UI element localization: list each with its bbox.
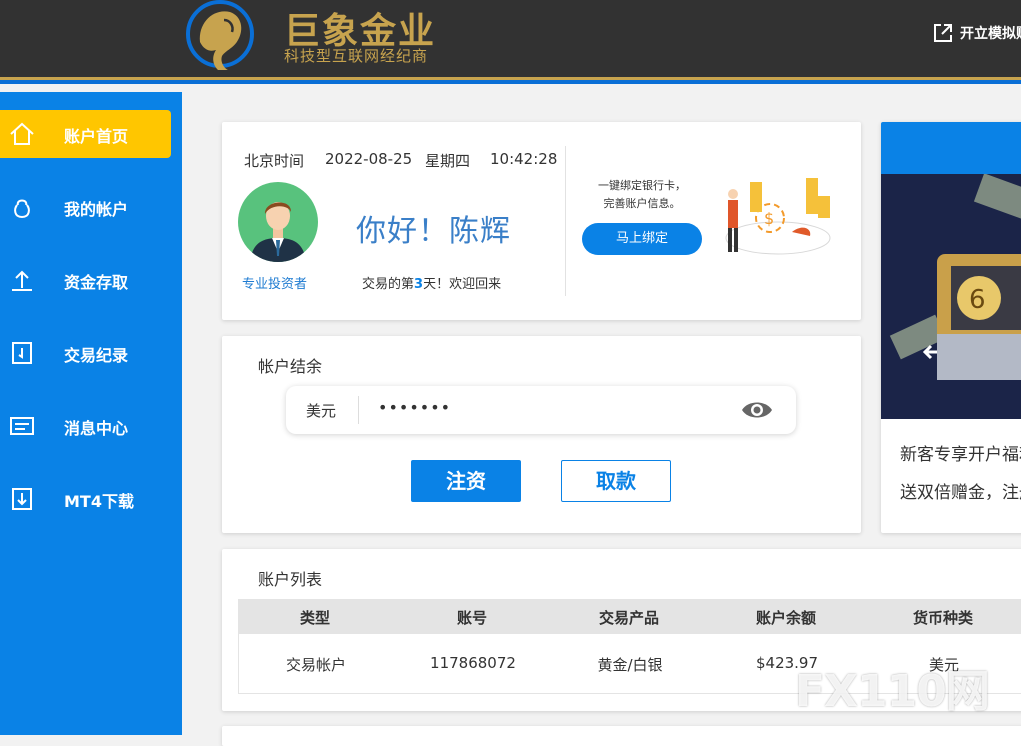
watermark: FX110网 bbox=[795, 666, 990, 717]
promo-text-line2: 送双倍赠金，注册即享 bbox=[900, 483, 1021, 503]
sidebar-item-label: 资金存取 bbox=[64, 273, 129, 292]
promo-card[interactable]: 6 新客专享开户福利 送双倍赠金，注册即享 bbox=[881, 122, 1021, 533]
days-prefix: 交易的第 bbox=[362, 277, 415, 292]
welcome-divider bbox=[565, 146, 566, 296]
cell-type: 交易帐户 bbox=[285, 656, 346, 674]
welcome-card: 北京时间 2022-08-25 星期四 10:42:28 专业投资者 你好！陈辉… bbox=[222, 122, 861, 320]
next-card bbox=[222, 726, 1021, 746]
balance-card: 帐户结余 美元 ••••••• 注资 取款 bbox=[222, 336, 861, 533]
current-time: 10:42:28 bbox=[490, 150, 558, 168]
days-suffix: 天！欢迎回来 bbox=[423, 277, 502, 292]
svg-text:6: 6 bbox=[969, 285, 986, 315]
withdraw-button[interactable]: 取款 bbox=[561, 460, 671, 502]
sidebar-item-trade-history[interactable]: 交易纪录 bbox=[0, 329, 171, 377]
time-label: 北京时间 bbox=[244, 152, 305, 170]
investor-role: 专业投资者 bbox=[242, 277, 308, 292]
current-weekday: 星期四 bbox=[425, 152, 471, 170]
home-icon bbox=[10, 122, 34, 145]
account-table-header: 类型 账号 交易产品 账户余额 货币种类 bbox=[238, 599, 1021, 634]
sidebar-item-mt4-download[interactable]: MT4下载 bbox=[0, 475, 171, 523]
avatar bbox=[238, 182, 318, 262]
external-link-icon bbox=[934, 24, 952, 42]
balance-currency: 美元 bbox=[306, 402, 337, 420]
sidebar-item-label: 消息中心 bbox=[64, 419, 129, 438]
sidebar-item-account-home[interactable]: 账户首页 bbox=[0, 110, 171, 158]
svg-text:$: $ bbox=[764, 209, 774, 228]
column-header-currency: 货币种类 bbox=[912, 609, 973, 627]
deposit-button[interactable]: 注资 bbox=[411, 460, 521, 502]
promo-text-line1: 新客专享开户福利 bbox=[900, 445, 1021, 465]
bind-card-button[interactable]: 马上绑定 bbox=[582, 223, 702, 255]
top-header: 巨象金业 科技型互联网经纪商 开立模拟账户 bbox=[0, 0, 1021, 84]
cell-account: 117868072 bbox=[430, 654, 516, 672]
column-header-account: 账号 bbox=[456, 609, 487, 627]
column-header-type: 类型 bbox=[299, 609, 330, 627]
open-demo-label: 开立模拟账户 bbox=[960, 26, 1021, 42]
bank-card-illustration-icon: $ bbox=[725, 178, 831, 255]
account-list-title: 账户列表 bbox=[258, 570, 323, 589]
column-header-balance: 账户余额 bbox=[755, 609, 816, 627]
balance-title: 帐户结余 bbox=[258, 357, 323, 376]
bind-card-hint: 一键绑定银行卡， 完善账户信息。 bbox=[592, 177, 692, 213]
balance-masked-value: ••••••• bbox=[378, 398, 452, 417]
current-date: 2022-08-25 bbox=[325, 150, 413, 168]
balance-field: 美元 ••••••• bbox=[286, 386, 796, 434]
sidebar-item-label: MT4下载 bbox=[64, 492, 134, 511]
sidebar-item-label: 账户首页 bbox=[64, 127, 129, 146]
businessman-avatar-icon bbox=[250, 202, 306, 262]
download-icon bbox=[12, 488, 32, 510]
open-demo-account-link[interactable]: 开立模拟账户 bbox=[932, 22, 1021, 44]
greeting-text: 你好！陈辉 bbox=[356, 214, 511, 249]
promo-banner-image-icon: 6 bbox=[881, 174, 1021, 419]
upload-icon bbox=[12, 270, 32, 291]
promo-header bbox=[881, 122, 1021, 174]
balance-field-divider bbox=[358, 396, 359, 424]
sidebar-item-funds[interactable]: 资金存取 bbox=[0, 256, 171, 304]
days-count: 3 bbox=[414, 277, 424, 292]
sidebar-item-my-account[interactable]: 我的帐户 bbox=[0, 183, 171, 231]
sidebar-item-label: 交易纪录 bbox=[64, 346, 129, 365]
user-icon bbox=[14, 199, 30, 219]
sidebar-item-messages[interactable]: 消息中心 bbox=[0, 402, 171, 450]
sidebar: 账户首页 我的帐户 资金存取 交易纪录 消息中心 MT4下载 bbox=[0, 92, 182, 735]
column-header-product: 交易产品 bbox=[598, 609, 659, 627]
trading-days-text: 交易的第3天！欢迎回来 bbox=[362, 273, 501, 292]
promo-banner[interactable]: 6 bbox=[881, 174, 1021, 419]
brand-slogan: 科技型互联网经纪商 bbox=[284, 47, 429, 65]
bind-hint-line1: 一键绑定银行卡， bbox=[598, 179, 686, 192]
header-divider bbox=[0, 77, 1021, 80]
history-icon bbox=[12, 342, 32, 364]
bind-hint-line2: 完善账户信息。 bbox=[603, 197, 681, 210]
sidebar-item-label: 我的帐户 bbox=[64, 200, 129, 219]
cell-product: 黄金/白银 bbox=[597, 656, 663, 674]
eye-icon[interactable] bbox=[740, 398, 774, 422]
elephant-logo-icon bbox=[186, 0, 254, 70]
message-icon bbox=[10, 417, 34, 435]
